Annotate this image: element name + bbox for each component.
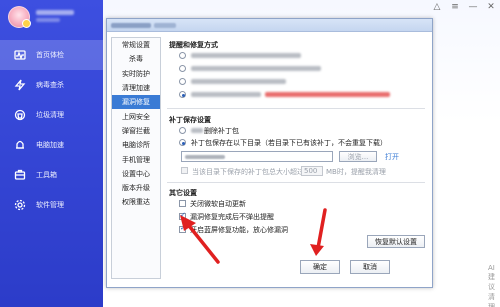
user-profile[interactable]	[8, 6, 98, 32]
divider	[167, 108, 425, 109]
restore-defaults-button[interactable]: 恢复默认设置	[367, 235, 425, 248]
delete-patch-radio[interactable]	[179, 127, 186, 134]
sidebar-item-label: 电脑加速	[36, 141, 64, 149]
remind-option-label-blurred	[191, 92, 261, 97]
status-text: AI建议清理	[488, 264, 495, 307]
user-name-blurred	[36, 10, 74, 15]
sidebar-item-speedup[interactable]: 电脑加速	[0, 130, 103, 160]
browse-button[interactable]: 浏览...	[339, 151, 377, 162]
remind-option-label-blurred	[191, 66, 321, 71]
sidebar-item-label: 垃圾清理	[36, 111, 64, 119]
sidebar-item-label: 软件管理	[36, 201, 64, 209]
menu-icon[interactable]: ≡	[450, 2, 460, 12]
user-subtitle-blurred	[36, 18, 60, 22]
delete-patch-label: 删除补丁包	[204, 127, 239, 135]
category-general[interactable]: 常规设置	[112, 38, 160, 52]
size-limit-label: 当该目录下保存的补丁包总大小超过	[192, 168, 304, 176]
category-settings-center[interactable]: 设置中心	[112, 167, 160, 181]
sidebar-nav: 首页体检 病毒查杀 垃圾清理 电脑加速 工具箱 软件管理	[0, 40, 103, 220]
size-limit-input[interactable]: 500	[301, 166, 323, 176]
category-antivirus[interactable]: 杀毒	[112, 52, 160, 66]
cancel-button[interactable]: 取消	[350, 260, 390, 274]
category-cleanup-speedup[interactable]: 清理加速	[112, 81, 160, 95]
remind-option-note-blurred	[265, 92, 390, 97]
category-popup-block[interactable]: 弹窗拦截	[112, 124, 160, 138]
settings-content: 提醒和修复方式 补丁保存设置 删除补丁包 补丁包保存在以下目录（若目录下已有该补…	[167, 36, 429, 266]
minimize-icon[interactable]: —	[468, 2, 478, 12]
patch-path-blurred	[185, 155, 225, 159]
divider	[167, 182, 425, 183]
no-popup-after-fix-label: 漏洞修复完成后不弹出提醒	[190, 213, 274, 221]
close-icon[interactable]: ✕	[486, 2, 496, 12]
trash-icon	[14, 109, 26, 121]
ok-button[interactable]: 确定	[300, 260, 340, 274]
section-title-other: 其它设置	[169, 189, 197, 197]
remind-option-label-blurred	[191, 79, 286, 84]
dialog-title-blurred-2	[154, 22, 176, 28]
sidebar-item-label: 工具箱	[36, 171, 57, 179]
sidebar-item-virus[interactable]: 病毒查杀	[0, 70, 103, 100]
remind-option-radio-selected[interactable]	[179, 91, 186, 98]
remind-option-label-blurred	[191, 53, 301, 58]
section-title-patch-save: 补丁保存设置	[169, 116, 211, 124]
remind-option-radio[interactable]	[179, 65, 186, 72]
save-patch-radio[interactable]	[179, 139, 186, 146]
dialog-titlebar[interactable]	[107, 19, 432, 32]
pulse-icon	[14, 49, 26, 61]
avatar[interactable]	[8, 6, 31, 28]
window-controls: △ ≡ — ✕	[432, 2, 496, 12]
sidebar-item-software[interactable]: 软件管理	[0, 190, 103, 220]
category-phone-management[interactable]: 手机管理	[112, 152, 160, 166]
open-folder-link[interactable]: 打开	[385, 152, 399, 162]
category-vulnerability-fix[interactable]: 漏洞修复	[112, 95, 160, 110]
remind-option-radio[interactable]	[179, 52, 186, 59]
category-version-upgrade[interactable]: 版本升级	[112, 181, 160, 195]
no-popup-after-fix-checkbox[interactable]	[179, 211, 186, 220]
shirt-icon[interactable]: △	[432, 2, 442, 12]
toolbox-icon	[14, 169, 26, 181]
lightning-icon	[14, 79, 26, 91]
sidebar-item-label: 首页体检	[36, 51, 64, 59]
size-limit-checkbox[interactable]	[181, 167, 188, 174]
bluescreen-fix-label: 开启蓝屏修复功能，放心修漏洞	[190, 226, 288, 234]
category-list: 常规设置 杀毒 实时防护 清理加速 漏洞修复 上网安全 弹窗拦截 电脑诊所 手机…	[111, 37, 161, 279]
settings-dialog: 常规设置 杀毒 实时防护 清理加速 漏洞修复 上网安全 弹窗拦截 电脑诊所 手机…	[106, 18, 433, 288]
remind-option-radio[interactable]	[179, 78, 186, 85]
sidebar-item-label: 病毒查杀	[36, 81, 64, 89]
sidebar-item-checkup[interactable]: 首页体检	[0, 40, 103, 70]
sidebar-item-cleanup[interactable]: 垃圾清理	[0, 100, 103, 130]
category-realtime-protection[interactable]: 实时防护	[112, 67, 160, 81]
disable-windows-update-checkbox[interactable]	[179, 200, 186, 207]
size-limit-unit: MB时，提醒我清理	[326, 168, 386, 176]
save-patch-label: 补丁包保存在以下目录（若目录下已有该补丁，不会重复下载）	[191, 139, 387, 147]
gear-icon	[14, 199, 26, 211]
sidebar-item-toolbox[interactable]: 工具箱	[0, 160, 103, 190]
category-web-security[interactable]: 上网安全	[112, 109, 160, 123]
dialog-title-blurred	[111, 22, 151, 28]
patch-option-prefix-blurred	[191, 128, 203, 133]
category-pc-clinic[interactable]: 电脑诊所	[112, 138, 160, 152]
bell-icon	[14, 139, 26, 151]
bluescreen-fix-checkbox[interactable]	[179, 224, 186, 233]
patch-path-input[interactable]	[181, 151, 333, 162]
section-title-remind: 提醒和修复方式	[169, 41, 218, 49]
sidebar: 首页体检 病毒查杀 垃圾清理 电脑加速 工具箱 软件管理	[0, 0, 103, 307]
category-permissions[interactable]: 权限重达	[112, 195, 160, 209]
disable-windows-update-label: 关闭微软自动更新	[190, 200, 246, 208]
